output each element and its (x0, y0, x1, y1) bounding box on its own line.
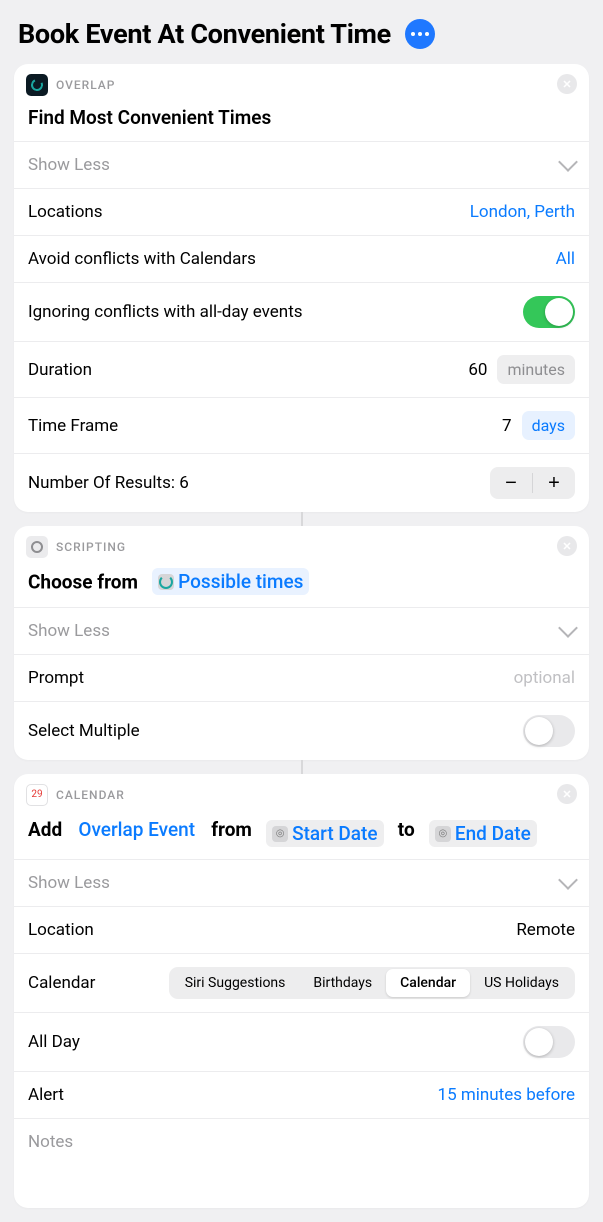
overlap-event-token[interactable]: Overlap Event (76, 816, 197, 843)
action-card-scripting: SCRIPTING Choose from Possible times Sho… (14, 526, 589, 760)
duration-label: Duration (28, 360, 92, 380)
alert-value[interactable]: 15 minutes before (438, 1085, 575, 1105)
connector-line (301, 512, 303, 526)
all-day-label: All Day (28, 1032, 80, 1052)
prompt-label: Prompt (28, 668, 84, 688)
action-title[interactable]: Find Most Convenient Times (14, 100, 589, 141)
close-icon[interactable] (557, 74, 577, 94)
token-label: Overlap Event (78, 818, 195, 841)
token-label: Start Date (292, 822, 377, 845)
calendar-segment[interactable]: Birthdays (299, 969, 386, 997)
prompt-placeholder[interactable]: optional (514, 668, 575, 688)
alert-row[interactable]: Alert 15 minutes before (14, 1071, 589, 1118)
calendar-segmented-control[interactable]: Siri SuggestionsBirthdaysCalendarUS Holi… (169, 967, 575, 999)
show-less-label: Show Less (28, 621, 110, 641)
from-label: from (211, 818, 252, 841)
action-card-overlap: OVERLAP Find Most Convenient Times Show … (14, 64, 589, 512)
timeframe-unit[interactable]: days (522, 411, 575, 440)
choose-from-label: Choose from (28, 571, 138, 594)
locations-value[interactable]: London, Perth (470, 202, 575, 222)
duration-value[interactable]: 60 (468, 360, 487, 380)
overlap-app-icon (26, 74, 48, 96)
calendar-picker-label: Calendar (28, 973, 95, 993)
locations-label: Locations (28, 202, 103, 222)
date-token-icon: ◎ (272, 826, 288, 842)
action-card-calendar: 29 CALENDAR Add Overlap Event from ◎ Sta… (14, 774, 589, 1208)
results-stepper: − + (490, 467, 575, 499)
chevron-down-icon (558, 152, 578, 172)
to-label: to (398, 818, 415, 841)
ignore-label: Ignoring conflicts with all-day events (28, 302, 303, 322)
ignore-allday-row: Ignoring conflicts with all-day events (14, 282, 589, 341)
select-multiple-label: Select Multiple (28, 721, 140, 741)
app-name-label: OVERLAP (56, 78, 115, 92)
notes-field[interactable]: Notes (14, 1118, 589, 1208)
action-title: Choose from Possible times (14, 562, 589, 607)
ignore-allday-toggle[interactable] (523, 296, 575, 328)
more-button[interactable] (405, 19, 435, 49)
show-less-row[interactable]: Show Less (14, 607, 589, 654)
avoid-value[interactable]: All (556, 249, 575, 269)
chevron-down-icon (558, 870, 578, 890)
close-icon[interactable] (557, 784, 577, 804)
all-day-toggle[interactable] (523, 1026, 575, 1058)
show-less-label: Show Less (28, 155, 110, 175)
add-label: Add (28, 818, 62, 841)
results-label: Number Of Results: 6 (28, 473, 189, 493)
location-value[interactable]: Remote (516, 920, 575, 940)
timeframe-row: Time Frame 7 days (14, 397, 589, 453)
action-title: Add Overlap Event from ◎ Start Date to ◎… (14, 810, 589, 859)
location-label: Location (28, 920, 94, 940)
chevron-down-icon (558, 618, 578, 638)
start-date-token[interactable]: ◎ Start Date (266, 820, 383, 847)
token-label: Possible times (178, 570, 303, 593)
stepper-plus-button[interactable]: + (533, 467, 575, 499)
show-less-label: Show Less (28, 873, 110, 893)
location-row[interactable]: Location Remote (14, 906, 589, 953)
calendar-segment[interactable]: US Holidays (470, 969, 573, 997)
app-name-label: CALENDAR (56, 788, 125, 802)
show-less-row[interactable]: Show Less (14, 859, 589, 906)
stepper-minus-button[interactable]: − (490, 467, 532, 499)
close-icon[interactable] (557, 536, 577, 556)
scripting-app-icon (26, 536, 48, 558)
date-token-icon: ◎ (435, 826, 451, 842)
avoid-label: Avoid conflicts with Calendars (28, 249, 256, 269)
results-row: Number Of Results: 6 − + (14, 453, 589, 512)
avoid-row[interactable]: Avoid conflicts with Calendars All (14, 235, 589, 282)
timeframe-value[interactable]: 7 (502, 416, 512, 436)
calendar-app-icon: 29 (26, 784, 48, 806)
alert-label: Alert (28, 1085, 64, 1105)
duration-row: Duration 60 minutes (14, 341, 589, 397)
select-multiple-row: Select Multiple (14, 701, 589, 760)
calendar-picker-row: Calendar Siri SuggestionsBirthdaysCalend… (14, 953, 589, 1012)
token-label: End Date (455, 822, 531, 845)
overlap-token-icon (158, 574, 174, 590)
page-title: Book Event At Convenient Time (18, 18, 391, 50)
show-less-row[interactable]: Show Less (14, 141, 589, 188)
timeframe-label: Time Frame (28, 416, 118, 436)
app-name-label: SCRIPTING (56, 540, 126, 554)
select-multiple-toggle[interactable] (523, 715, 575, 747)
calendar-segment[interactable]: Calendar (386, 969, 470, 997)
prompt-row[interactable]: Prompt optional (14, 654, 589, 701)
locations-row[interactable]: Locations London, Perth (14, 188, 589, 235)
end-date-token[interactable]: ◎ End Date (429, 820, 537, 847)
possible-times-token[interactable]: Possible times (152, 568, 309, 595)
duration-unit[interactable]: minutes (497, 355, 575, 384)
calendar-segment[interactable]: Siri Suggestions (171, 969, 300, 997)
connector-line (301, 760, 303, 774)
all-day-row: All Day (14, 1012, 589, 1071)
